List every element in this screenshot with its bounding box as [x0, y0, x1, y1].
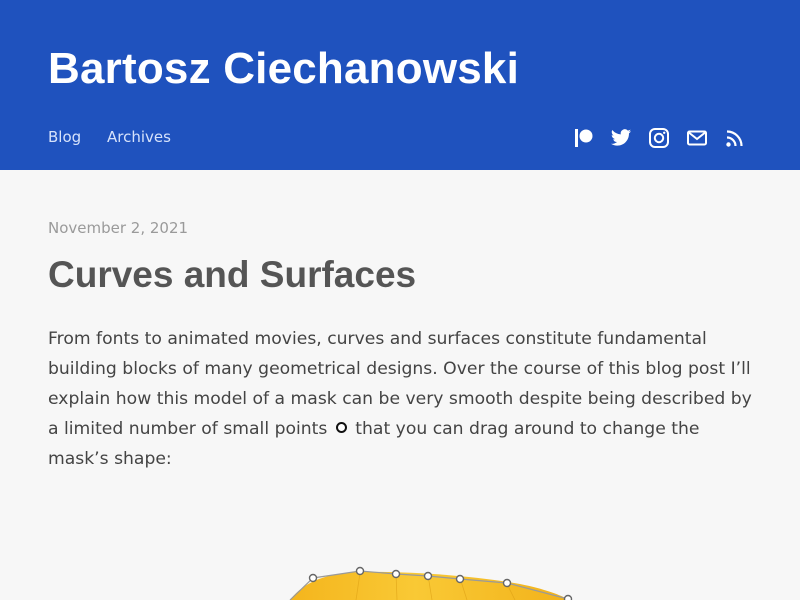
site-title[interactable]: Bartosz Ciechanowski	[48, 44, 519, 94]
site-header: Bartosz Ciechanowski Blog Archives	[0, 0, 800, 170]
control-point-handle[interactable]	[423, 571, 433, 581]
control-point-handle[interactable]	[355, 566, 365, 576]
twitter-icon[interactable]	[610, 127, 632, 149]
mail-icon[interactable]	[686, 127, 708, 149]
post-intro: From fonts to animated movies, curves an…	[48, 324, 753, 474]
instagram-icon[interactable]	[648, 127, 670, 149]
control-point-handle[interactable]	[308, 573, 318, 583]
mask-3d-model[interactable]	[0, 540, 800, 600]
post-date: November 2, 2021	[48, 219, 189, 237]
post-title: Curves and Surfaces	[48, 254, 417, 295]
rss-icon[interactable]	[724, 127, 746, 149]
control-point-dot-icon	[335, 422, 347, 433]
nav-archives-link[interactable]: Archives	[107, 128, 171, 146]
nav-blog-link[interactable]: Blog	[48, 128, 81, 146]
control-point-handle[interactable]	[455, 574, 465, 584]
control-point-handle[interactable]	[502, 578, 512, 588]
patreon-icon[interactable]	[573, 127, 595, 149]
control-point-handle[interactable]	[563, 594, 573, 600]
control-point-handle[interactable]	[391, 569, 401, 579]
